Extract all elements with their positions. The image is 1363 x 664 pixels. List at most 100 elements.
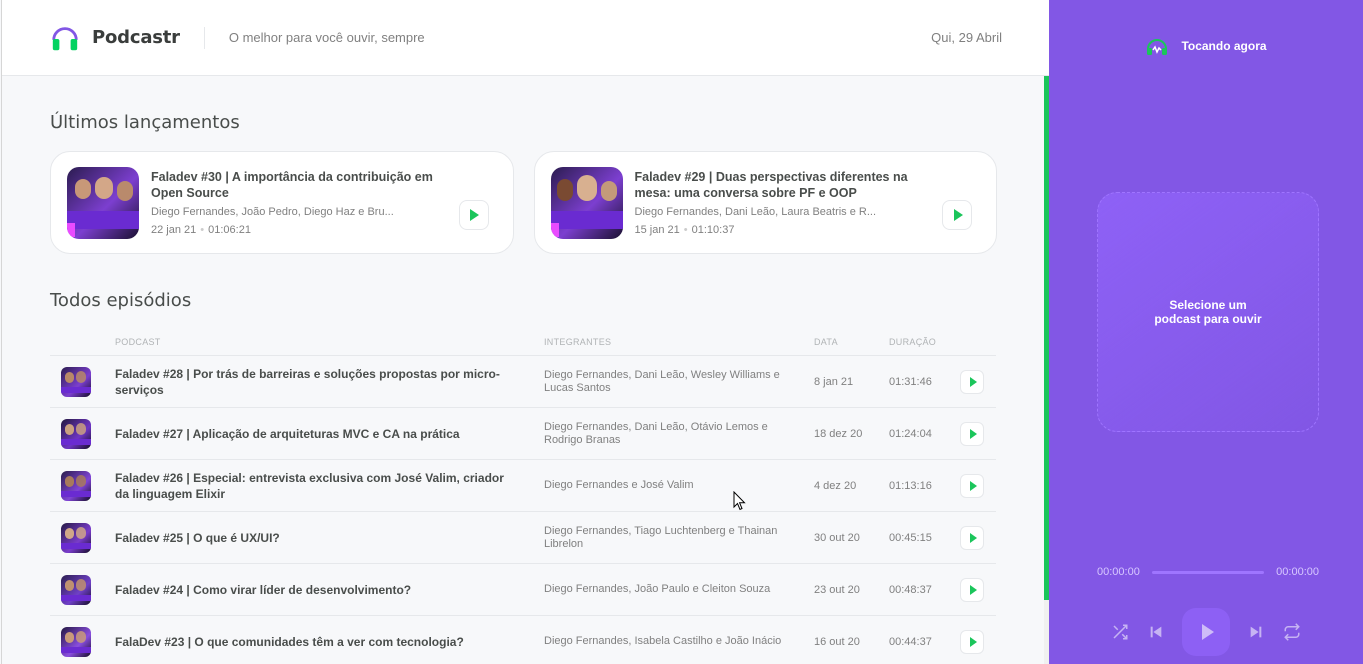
play-cell: [959, 355, 996, 408]
thumb-cell: [50, 407, 115, 460]
episode-date: 22 jan 21: [151, 224, 197, 236]
headphones-logo-icon: [52, 26, 78, 50]
thumb-cell: [50, 355, 115, 408]
app-name: Podcastr: [92, 27, 180, 48]
table-row[interactable]: Faladev #26 | Especial: entrevista exclu…: [50, 459, 996, 512]
progress-slider[interactable]: [1151, 570, 1265, 574]
empty-player-line2: podcast para ouvir: [1154, 312, 1262, 326]
episode-thumbnail: [61, 366, 91, 397]
empty-player-line1: Selecione um: [1169, 298, 1247, 312]
column-header-members: Integrantes: [544, 337, 814, 356]
episode-title[interactable]: FalaDev #23 | O que comunidades têm a ve…: [115, 615, 544, 664]
episode-title[interactable]: Faladev #29 | Duas perspectivas diferent…: [635, 169, 935, 201]
episode-date: 4 dez 20: [814, 459, 889, 512]
column-header-thumb: [50, 337, 115, 356]
episode-date: 16 out 20: [814, 615, 889, 664]
tagline: O melhor para você ouvir, sempre: [228, 30, 425, 45]
table-row[interactable]: Faladev #24 | Como virar líder de desenv…: [50, 563, 996, 616]
progress-area: 00:00:00 00:00:00: [1097, 566, 1319, 578]
episode-title[interactable]: Faladev #25 | O que é UX/UI?: [115, 511, 544, 564]
play-icon: [969, 376, 977, 387]
play-button[interactable]: [960, 577, 984, 602]
episode-thumbnail: [61, 522, 91, 553]
mouse-cursor-icon: [733, 491, 746, 511]
shuffle-icon: [1113, 624, 1128, 640]
now-playing-label: Tocando agora: [1181, 39, 1267, 53]
play-button[interactable]: [960, 629, 984, 654]
latest-episode-card[interactable]: Faladev #30 | A importância da contribui…: [50, 151, 514, 254]
next-button[interactable]: [1246, 622, 1266, 642]
column-header-duration: Duração: [889, 337, 959, 356]
episode-members: Diego Fernandes, Isabela Castilho e João…: [544, 615, 814, 664]
previous-button[interactable]: [1146, 622, 1166, 642]
episode-meta: 22 jan 21 • 01:06:21: [151, 224, 451, 236]
episode-date: 23 out 20: [814, 563, 889, 616]
current-date: Qui, 29 Abril: [931, 30, 1002, 45]
latest-section-title: Últimos lançamentos: [50, 112, 240, 133]
episode-thumbnail: [550, 166, 623, 239]
play-icon: [969, 428, 977, 439]
episode-duration: 00:44:37: [889, 615, 959, 664]
thumb-cell: [50, 459, 115, 512]
meta-separator: •: [683, 224, 688, 236]
episode-title[interactable]: Faladev #27 | Aplicação de arquiteturas …: [115, 407, 544, 460]
thumb-cell: [50, 615, 115, 664]
play-button[interactable]: [960, 473, 984, 498]
episode-duration: 01:06:21: [208, 224, 251, 236]
all-episodes-title: Todos episódios: [50, 290, 192, 311]
table-row[interactable]: Faladev #27 | Aplicação de arquiteturas …: [50, 407, 996, 460]
episode-duration: 01:24:04: [889, 407, 959, 460]
episode-title[interactable]: Faladev #26 | Especial: entrevista exclu…: [115, 459, 544, 512]
play-pause-button[interactable]: [1182, 608, 1230, 656]
latest-episode-card[interactable]: Faladev #29 | Duas perspectivas diferent…: [533, 151, 997, 254]
episode-date: 18 dez 20: [814, 407, 889, 460]
play-icon: [969, 480, 977, 491]
player-panel: Tocando agora Selecione um podcast para …: [1049, 0, 1363, 664]
episode-duration: 00:48:37: [889, 563, 959, 616]
play-button[interactable]: [942, 200, 972, 230]
play-icon: [969, 584, 977, 595]
meta-separator: •: [200, 224, 205, 236]
play-cell: [959, 407, 996, 460]
repeat-button[interactable]: [1282, 622, 1302, 642]
next-icon: [1250, 626, 1262, 638]
top-header: Podcastr O melhor para você ouvir, sempr…: [2, 0, 1049, 76]
play-cell: [959, 459, 996, 512]
table-row[interactable]: Faladev #28 | Por trás de barreiras e so…: [50, 355, 996, 408]
episode-meta: 15 jan 21 • 01:10:37: [635, 224, 935, 236]
episode-thumbnail: [61, 418, 91, 449]
episode-title[interactable]: Faladev #24 | Como virar líder de desenv…: [115, 563, 544, 616]
play-button[interactable]: [960, 525, 984, 550]
main-area: Podcastr O melhor para você ouvir, sempr…: [1, 0, 1049, 664]
play-button[interactable]: [458, 200, 489, 230]
episode-thumbnail: [61, 574, 91, 605]
previous-icon: [1150, 626, 1162, 638]
episodes-table: Podcast Integrantes Data Duração Faladev…: [50, 337, 996, 664]
episode-date: 15 jan 21: [634, 224, 680, 236]
thumb-cell: [50, 563, 115, 616]
latest-cards: Faladev #30 | A importância da contribui…: [50, 151, 997, 254]
episode-thumbnail: [61, 470, 91, 501]
play-cell: [959, 563, 996, 616]
play-button[interactable]: [960, 369, 984, 394]
play-button[interactable]: [960, 421, 984, 446]
play-cell: [959, 615, 996, 664]
play-icon: [953, 209, 963, 221]
shuffle-button[interactable]: [1110, 622, 1130, 642]
episode-members: Diego Fernandes, Dani Leão, Laura Beatri…: [634, 206, 877, 218]
play-cell: [959, 511, 996, 564]
repeat-icon: [1284, 623, 1300, 641]
empty-player-box: Selecione um podcast para ouvir: [1097, 192, 1319, 432]
table-header-row: Podcast Integrantes Data Duração: [50, 337, 996, 356]
episode-date: 30 out 20: [814, 511, 889, 564]
episode-thumbnail: [61, 626, 91, 657]
episode-members: Diego Fernandes, João Pedro, Diego Haz e…: [151, 206, 394, 218]
episode-title[interactable]: Faladev #30 | A importância da contribui…: [151, 169, 451, 201]
table-row[interactable]: Faladev #25 | O que é UX/UI? Diego Ferna…: [50, 511, 996, 564]
logo[interactable]: Podcastr: [50, 23, 180, 53]
episode-title[interactable]: Faladev #28 | Por trás de barreiras e so…: [115, 355, 544, 408]
table-row[interactable]: FalaDev #23 | O que comunidades têm a ve…: [50, 615, 996, 664]
play-icon: [1201, 624, 1214, 640]
play-icon: [470, 209, 479, 221]
headphones-icon: [1147, 39, 1168, 55]
